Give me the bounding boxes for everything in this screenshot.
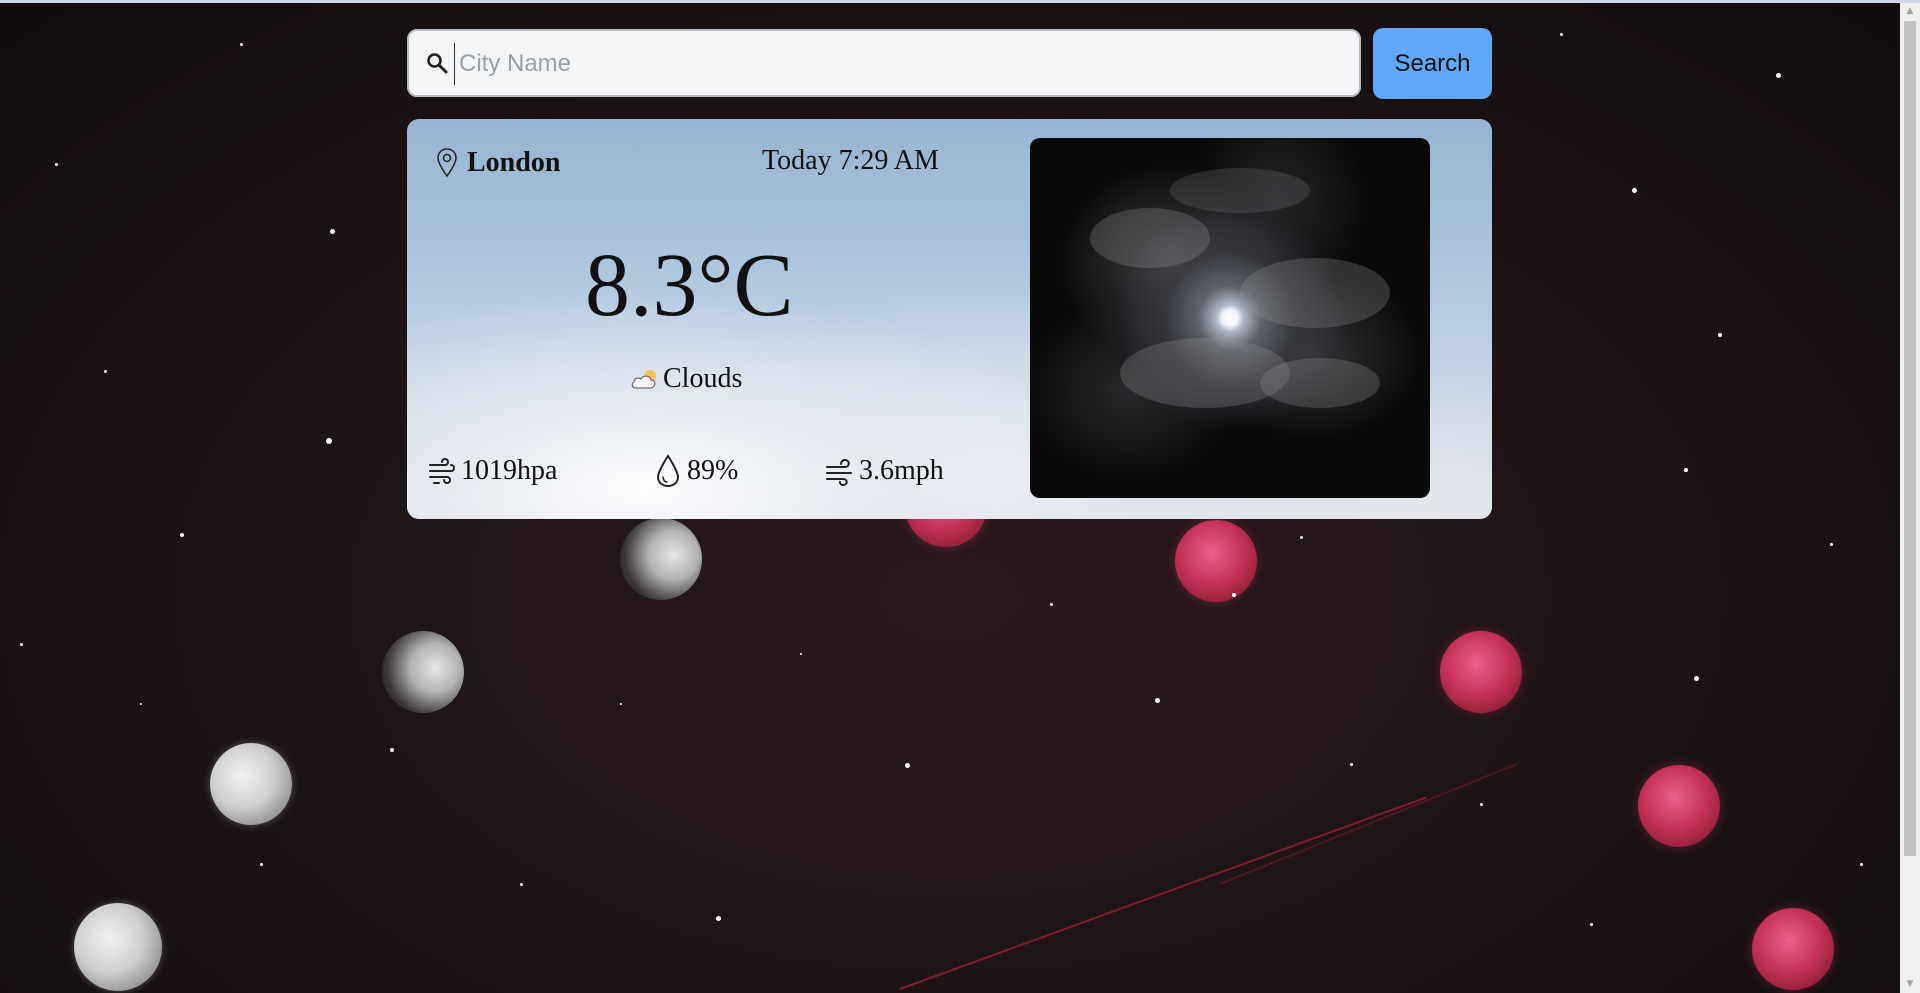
star bbox=[1155, 698, 1160, 703]
star bbox=[140, 703, 142, 705]
scrollbar-thumb[interactable] bbox=[1904, 21, 1916, 856]
vertical-scrollbar[interactable]: ▲ ▼ bbox=[1900, 3, 1920, 993]
meteor-trail bbox=[1219, 763, 1518, 885]
moon-phase bbox=[1175, 520, 1257, 602]
wind-stat: 3.6mph bbox=[825, 453, 944, 489]
star bbox=[104, 370, 107, 373]
star bbox=[1776, 73, 1781, 78]
moon-phase bbox=[1638, 765, 1720, 847]
weather-condition: Clouds bbox=[629, 363, 742, 395]
scroll-up-arrow-icon[interactable]: ▲ bbox=[1900, 3, 1920, 20]
search-icon bbox=[427, 53, 448, 74]
cloud-icon bbox=[631, 370, 656, 389]
weather-condition-image bbox=[1030, 138, 1430, 498]
wind-icon bbox=[826, 458, 852, 487]
search-bar bbox=[407, 29, 1361, 97]
star bbox=[1480, 803, 1483, 806]
moon-phase bbox=[382, 631, 464, 713]
star bbox=[1632, 188, 1637, 193]
search-button[interactable]: Search bbox=[1373, 28, 1492, 99]
date-time: Today 7:29 AM bbox=[762, 145, 939, 176]
star bbox=[1718, 333, 1722, 337]
moon-phase bbox=[620, 518, 702, 600]
star bbox=[1350, 763, 1353, 766]
star bbox=[1590, 923, 1593, 926]
droplet-icon bbox=[656, 454, 680, 488]
star bbox=[800, 653, 802, 655]
star bbox=[390, 748, 394, 752]
cloud-shape bbox=[1260, 358, 1380, 408]
condition-label: Clouds bbox=[663, 363, 743, 394]
star bbox=[620, 703, 622, 705]
star bbox=[55, 163, 58, 166]
star bbox=[1684, 468, 1688, 472]
cloud-shape bbox=[1090, 208, 1210, 268]
star bbox=[330, 229, 335, 234]
weather-stats: 1019hpa 89% 3.6mph bbox=[427, 453, 967, 493]
weather-card: London Today 7:29 AM 8.3°C Clouds 1019hp… bbox=[407, 119, 1492, 519]
star bbox=[520, 883, 523, 886]
wind-value: 3.6mph bbox=[859, 455, 944, 486]
star bbox=[1830, 543, 1833, 546]
city-search-input[interactable] bbox=[454, 43, 1341, 85]
pressure-stat: 1019hpa bbox=[427, 453, 557, 489]
star bbox=[1232, 593, 1236, 597]
moon-phase bbox=[74, 903, 162, 991]
star bbox=[1300, 536, 1303, 539]
meteor-trail bbox=[899, 796, 1427, 990]
star bbox=[1050, 603, 1053, 606]
temperature: 8.3°C bbox=[585, 236, 794, 335]
moon-phase bbox=[1752, 908, 1834, 990]
cloud-shape bbox=[1170, 168, 1310, 213]
star bbox=[326, 438, 332, 444]
star bbox=[1860, 863, 1863, 866]
star bbox=[716, 916, 721, 921]
scroll-down-arrow-icon[interactable]: ▼ bbox=[1900, 976, 1920, 993]
city-name: London bbox=[467, 147, 561, 178]
moon-phase bbox=[1440, 631, 1522, 713]
star bbox=[1694, 676, 1699, 681]
star bbox=[180, 533, 184, 537]
star bbox=[260, 863, 263, 866]
moon-phase bbox=[210, 743, 292, 825]
location-row: London bbox=[435, 145, 560, 181]
map-pin-icon bbox=[437, 148, 457, 178]
pressure-icon bbox=[429, 457, 455, 485]
star bbox=[905, 763, 910, 768]
star bbox=[20, 643, 23, 646]
star bbox=[240, 43, 243, 46]
star bbox=[1560, 33, 1563, 36]
humidity-stat: 89% bbox=[653, 453, 738, 489]
cloud-shape bbox=[1240, 258, 1390, 328]
pressure-value: 1019hpa bbox=[461, 455, 558, 486]
humidity-value: 89% bbox=[687, 455, 739, 486]
